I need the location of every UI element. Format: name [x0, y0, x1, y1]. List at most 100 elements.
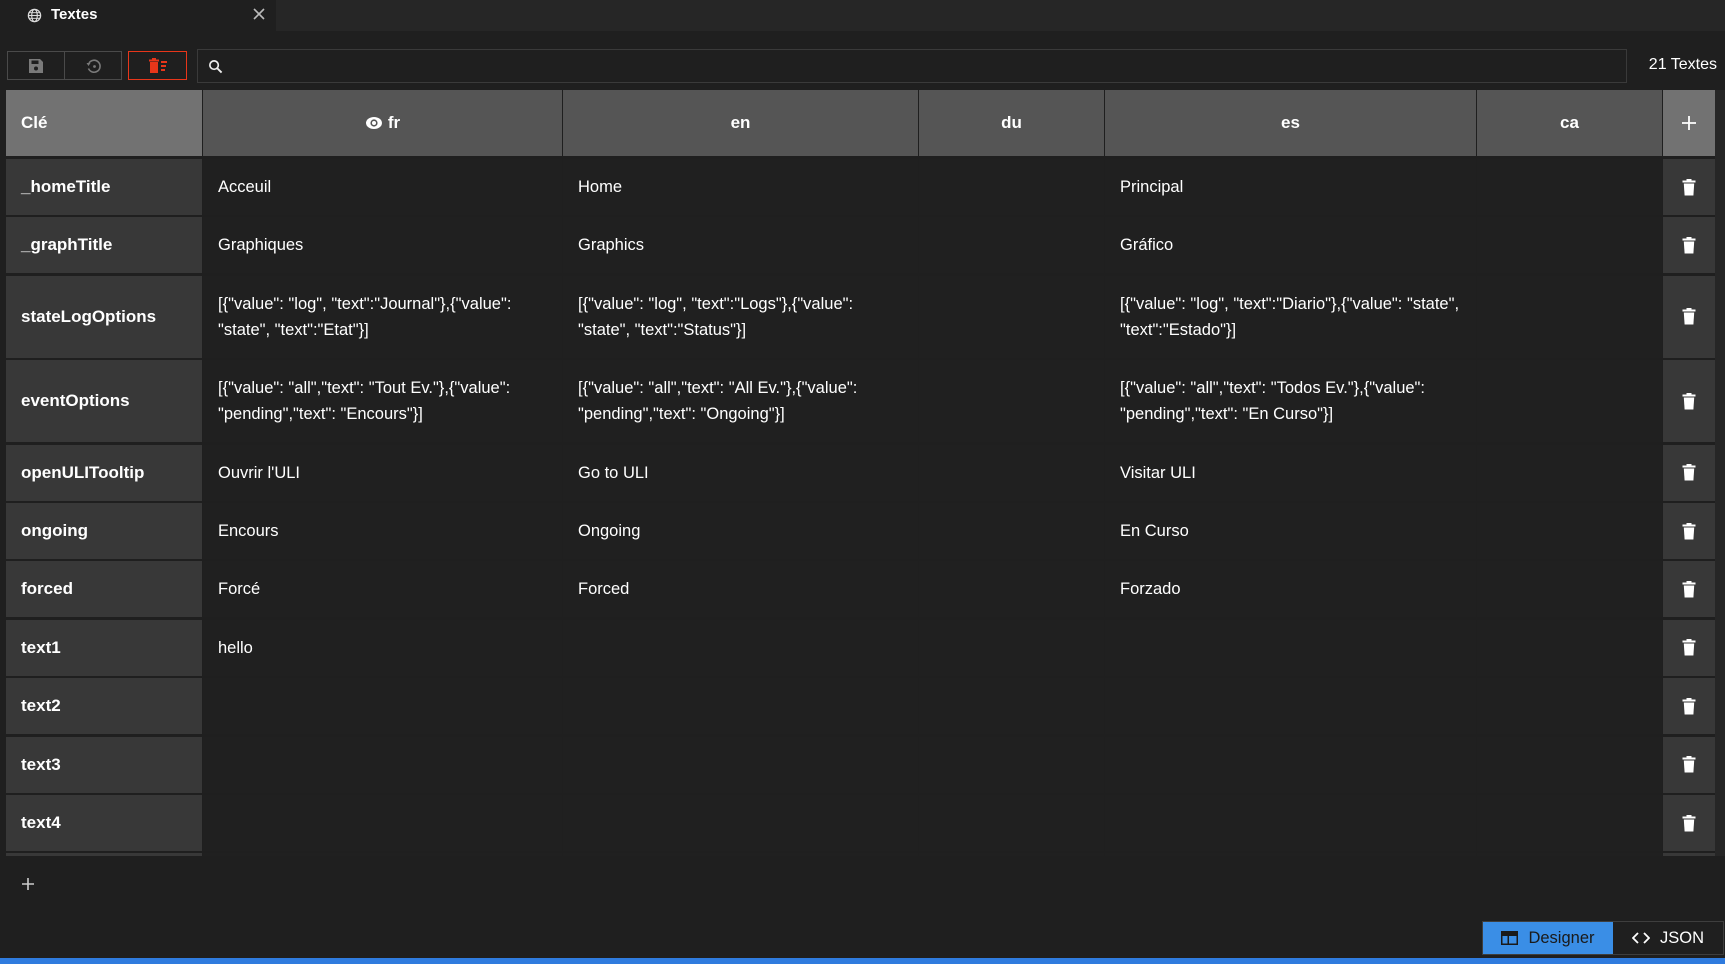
- translation-cell-du[interactable]: [919, 736, 1104, 793]
- translation-cell-es[interactable]: [1105, 853, 1476, 856]
- translation-cell-es[interactable]: Forzado: [1105, 561, 1476, 618]
- translation-cell-es[interactable]: Principal: [1105, 159, 1476, 215]
- translation-cell-en[interactable]: Go to ULI: [563, 444, 918, 501]
- translation-cell-fr[interactable]: Acceuil: [203, 159, 562, 215]
- column-header-ca[interactable]: ca: [1477, 90, 1662, 156]
- add-column-button[interactable]: [1663, 90, 1715, 156]
- restore-button[interactable]: [64, 52, 121, 79]
- column-header-key[interactable]: Clé: [6, 90, 202, 156]
- translation-cell-es[interactable]: [{"value": "log", "text":"Diario"},{"val…: [1105, 275, 1476, 358]
- key-cell[interactable]: openULITooltip: [6, 444, 202, 501]
- translation-cell-es[interactable]: [1105, 619, 1476, 676]
- translation-cell-fr[interactable]: [203, 795, 562, 851]
- translation-cell-es[interactable]: [{"value": "all","text": "Todos Ev."},{"…: [1105, 360, 1476, 443]
- translation-cell-ca[interactable]: [1477, 561, 1662, 618]
- delete-row-button[interactable]: [1663, 503, 1715, 559]
- json-view-button[interactable]: JSON: [1613, 922, 1723, 954]
- key-cell[interactable]: ongoing: [6, 503, 202, 559]
- translation-cell-du[interactable]: [919, 795, 1104, 851]
- key-cell[interactable]: _homeTitle: [6, 159, 202, 215]
- key-cell[interactable]: text1: [6, 619, 202, 676]
- translation-cell-en[interactable]: [563, 853, 918, 856]
- column-header-du[interactable]: du: [919, 90, 1104, 156]
- translation-cell-du[interactable]: [919, 360, 1104, 443]
- translation-cell-ca[interactable]: [1477, 444, 1662, 501]
- delete-row-button[interactable]: [1663, 795, 1715, 851]
- delete-row-button[interactable]: [1663, 159, 1715, 215]
- translation-cell-du[interactable]: [919, 619, 1104, 676]
- key-cell[interactable]: text2: [6, 678, 202, 735]
- translation-cell-es[interactable]: Gráfico: [1105, 217, 1476, 274]
- translation-cell-ca[interactable]: [1477, 217, 1662, 274]
- column-header-es[interactable]: es: [1105, 90, 1476, 156]
- key-cell[interactable]: eventOptions: [6, 360, 202, 443]
- translation-cell-ca[interactable]: [1477, 619, 1662, 676]
- delete-row-button[interactable]: [1663, 619, 1715, 676]
- translation-cell-du[interactable]: [919, 503, 1104, 559]
- key-cell[interactable]: _graphTitle: [6, 217, 202, 274]
- translation-cell-es[interactable]: [1105, 736, 1476, 793]
- translation-cell-fr[interactable]: hello: [203, 619, 562, 676]
- translation-cell-ca[interactable]: [1477, 736, 1662, 793]
- translation-cell-ca[interactable]: [1477, 853, 1662, 856]
- column-header-fr[interactable]: fr: [203, 90, 562, 156]
- translation-cell-fr[interactable]: [{"value": "log", "text":"Journal"},{"va…: [203, 275, 562, 358]
- eye-icon[interactable]: [365, 116, 383, 130]
- delete-row-button[interactable]: [1663, 217, 1715, 274]
- translation-cell-en[interactable]: Ongoing: [563, 503, 918, 559]
- translation-cell-en[interactable]: Home: [563, 159, 918, 215]
- translation-cell-es[interactable]: [1105, 795, 1476, 851]
- search-input[interactable]: [232, 50, 1616, 84]
- translation-cell-du[interactable]: [919, 159, 1104, 215]
- vertical-scrollbar[interactable]: [1715, 90, 1725, 856]
- translation-cell-es[interactable]: En Curso: [1105, 503, 1476, 559]
- translation-cell-fr[interactable]: Encours: [203, 503, 562, 559]
- translation-cell-du[interactable]: [919, 561, 1104, 618]
- column-header-en[interactable]: en: [563, 90, 918, 156]
- key-cell[interactable]: forced: [6, 561, 202, 618]
- translation-cell-en[interactable]: Forced: [563, 561, 918, 618]
- translation-cell-fr[interactable]: [203, 736, 562, 793]
- translation-cell-ca[interactable]: [1477, 795, 1662, 851]
- translation-cell-ca[interactable]: [1477, 275, 1662, 358]
- translation-cell-en[interactable]: [563, 619, 918, 676]
- add-row-button[interactable]: [20, 876, 36, 892]
- translation-cell-fr[interactable]: [{"value": "all","text": "Tout Ev."},{"v…: [203, 360, 562, 443]
- delete-row-button[interactable]: [1663, 853, 1715, 856]
- translation-cell-ca[interactable]: [1477, 503, 1662, 559]
- delete-row-button[interactable]: [1663, 736, 1715, 793]
- translation-cell-es[interactable]: [1105, 678, 1476, 735]
- designer-view-button[interactable]: Designer: [1483, 922, 1613, 954]
- search-field[interactable]: [197, 49, 1627, 84]
- translation-cell-en[interactable]: [{"value": "log", "text":"Logs"},{"value…: [563, 275, 918, 358]
- translation-cell-en[interactable]: [563, 736, 918, 793]
- delete-row-button[interactable]: [1663, 360, 1715, 443]
- translation-cell-en[interactable]: [{"value": "all","text": "All Ev."},{"va…: [563, 360, 918, 443]
- translation-cell-du[interactable]: [919, 444, 1104, 501]
- translation-cell-fr[interactable]: [203, 853, 562, 856]
- translation-cell-du[interactable]: [919, 678, 1104, 735]
- translation-cell-ca[interactable]: [1477, 360, 1662, 443]
- key-cell[interactable]: [6, 853, 202, 856]
- key-cell[interactable]: text3: [6, 736, 202, 793]
- tab-textes[interactable]: Textes: [0, 0, 276, 31]
- delete-row-button[interactable]: [1663, 678, 1715, 735]
- key-cell[interactable]: stateLogOptions: [6, 275, 202, 358]
- close-icon[interactable]: [252, 7, 266, 21]
- translation-cell-en[interactable]: [563, 795, 918, 851]
- translation-cell-du[interactable]: [919, 275, 1104, 358]
- translation-cell-du[interactable]: [919, 217, 1104, 274]
- translation-cell-fr[interactable]: [203, 678, 562, 735]
- delete-row-button[interactable]: [1663, 275, 1715, 358]
- save-button[interactable]: [8, 52, 64, 79]
- delete-row-button[interactable]: [1663, 561, 1715, 618]
- translation-cell-fr[interactable]: Forcé: [203, 561, 562, 618]
- translation-cell-fr[interactable]: Ouvrir l'ULI: [203, 444, 562, 501]
- delete-row-button[interactable]: [1663, 444, 1715, 501]
- translation-cell-ca[interactable]: [1477, 678, 1662, 735]
- translation-cell-en[interactable]: Graphics: [563, 217, 918, 274]
- delete-columns-button[interactable]: [128, 51, 187, 80]
- translation-cell-es[interactable]: Visitar ULI: [1105, 444, 1476, 501]
- translation-cell-fr[interactable]: Graphiques: [203, 217, 562, 274]
- translation-cell-en[interactable]: [563, 678, 918, 735]
